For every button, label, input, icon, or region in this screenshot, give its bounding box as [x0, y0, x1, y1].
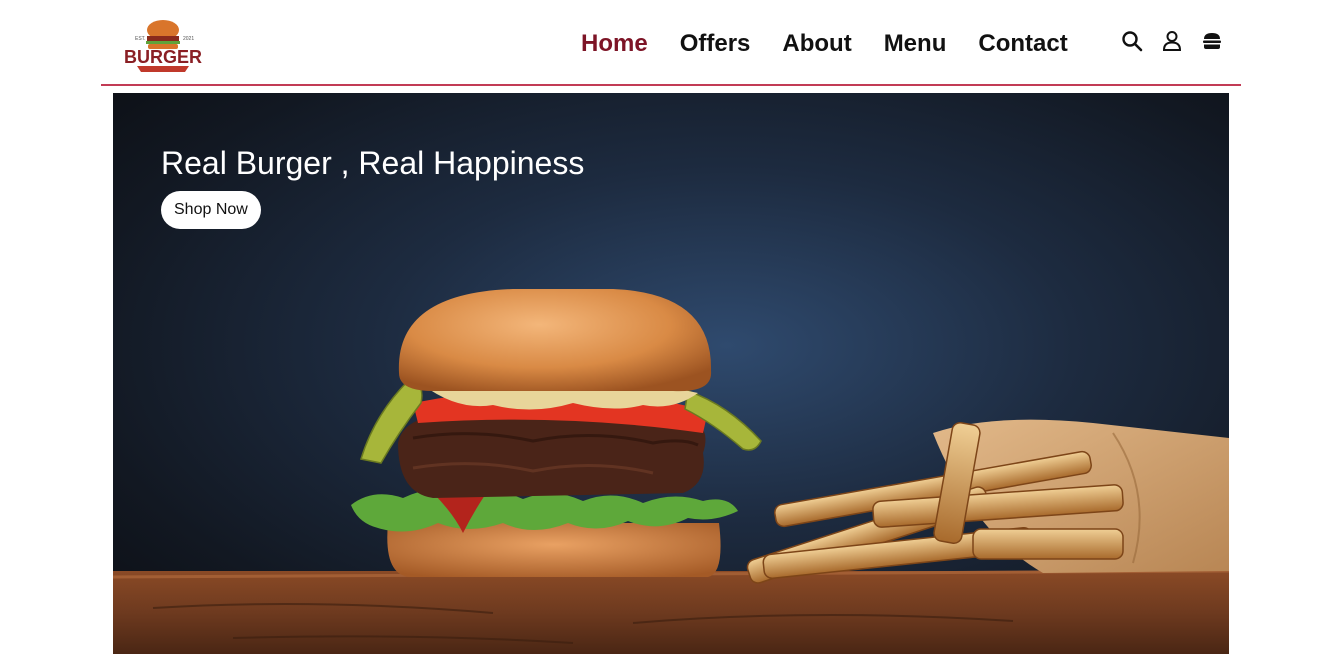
nav-offers[interactable]: Offers [680, 28, 751, 60]
site-header: BURGER EST. 2021 Home Offers About Menu … [101, 0, 1241, 86]
header-icons [1121, 30, 1223, 52]
shop-now-button[interactable]: Shop Now [161, 191, 261, 229]
burger-cart-icon[interactable] [1201, 30, 1223, 52]
svg-text:EST.: EST. [135, 36, 146, 42]
nav-contact[interactable]: Contact [978, 28, 1067, 60]
nav-about[interactable]: About [782, 28, 851, 60]
user-icon[interactable] [1161, 30, 1183, 52]
burger-logo[interactable]: BURGER EST. 2021 [113, 10, 213, 76]
svg-text:BURGER: BURGER [124, 47, 202, 67]
search-icon[interactable] [1121, 30, 1143, 52]
hero-banner: Real Burger , Real Happiness Shop Now [113, 93, 1229, 654]
hero-title: Real Burger , Real Happiness [161, 145, 585, 181]
svg-text:2021: 2021 [183, 36, 194, 42]
nav-menu[interactable]: Menu [884, 28, 947, 60]
main-nav: Home Offers About Menu Contact [581, 28, 1068, 60]
nav-home[interactable]: Home [581, 28, 648, 60]
